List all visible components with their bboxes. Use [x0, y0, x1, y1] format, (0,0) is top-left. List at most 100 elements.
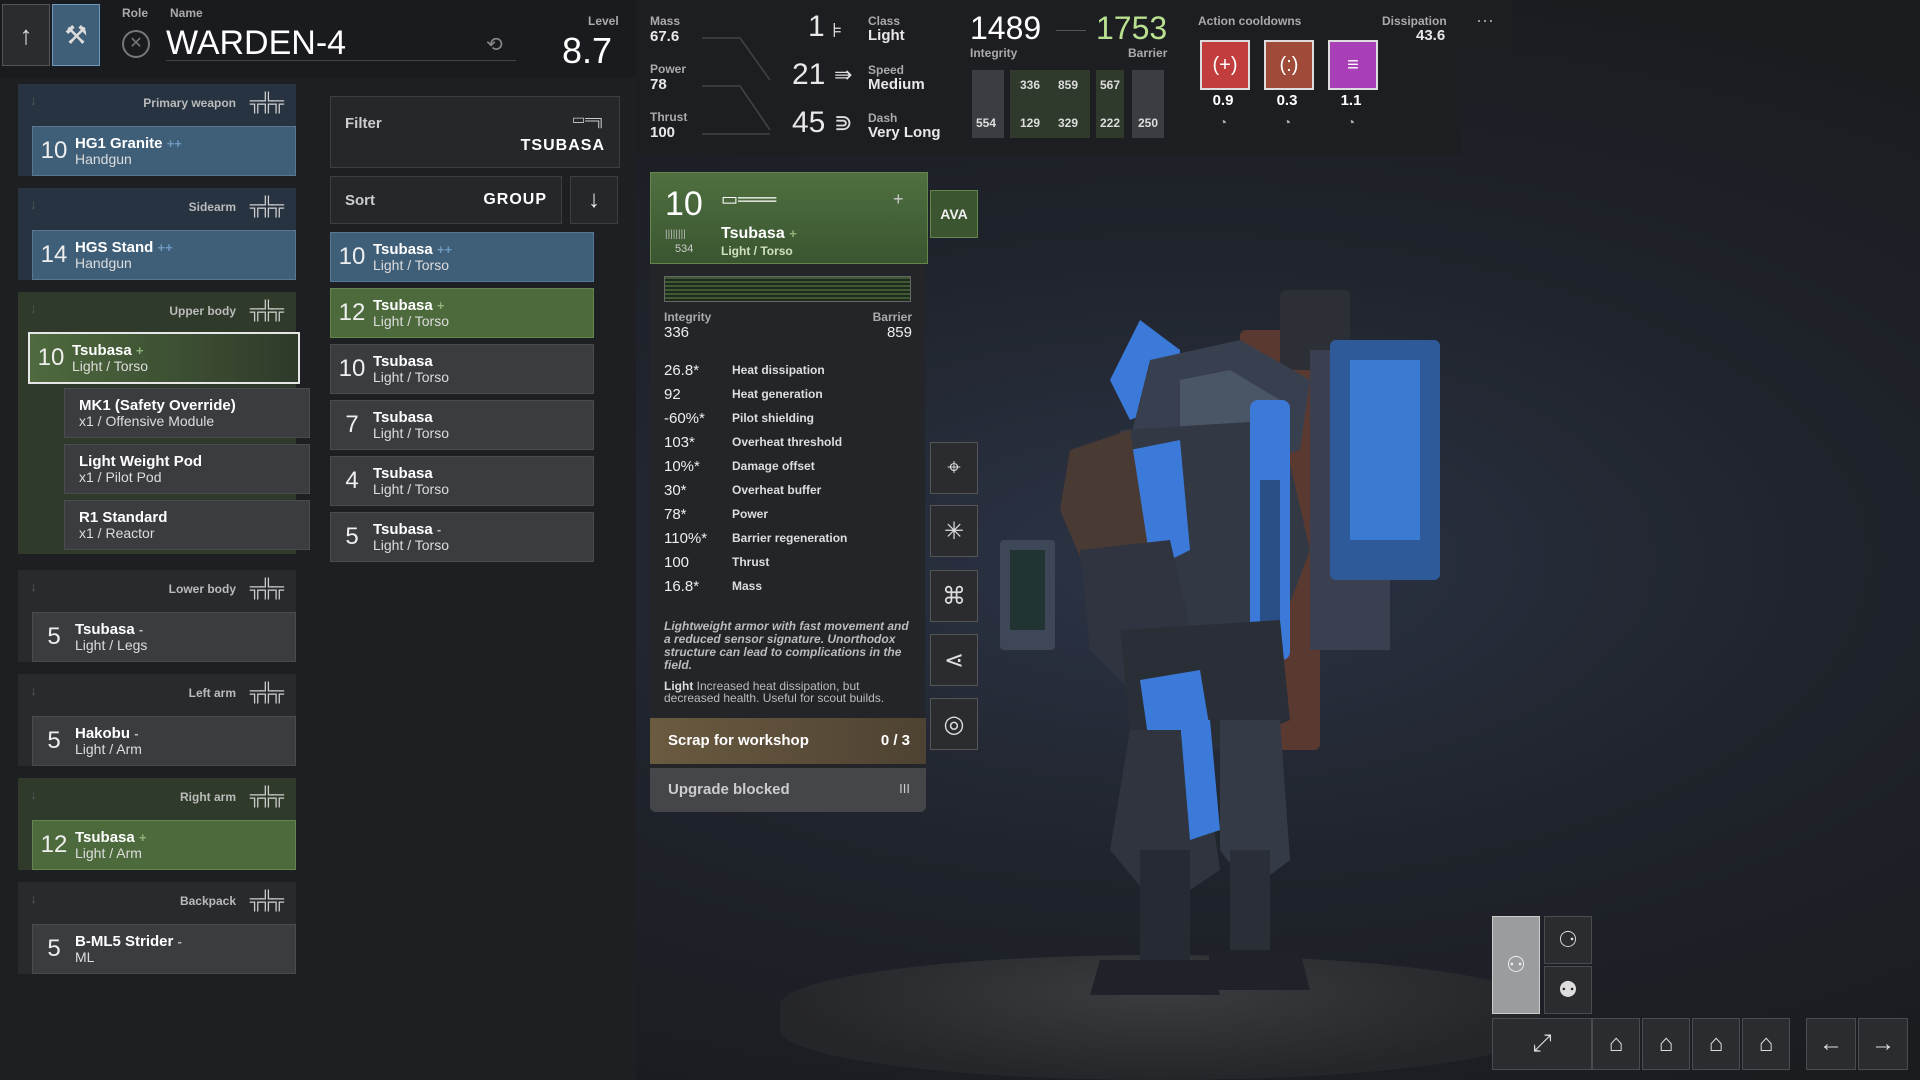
collapse-arrow-icon[interactable]: ↓ [30, 890, 37, 906]
slot-level: 12 [40, 831, 68, 858]
list-item-level: 12 [338, 299, 366, 326]
reactor-button[interactable]: ◎ [930, 698, 978, 750]
slot-part-name: Hakobu - [75, 725, 142, 742]
mech-name-field[interactable]: WARDEN-4 [166, 24, 516, 62]
next-button[interactable]: → [1858, 1018, 1908, 1070]
dissipation-label: Dissipation [1382, 14, 1447, 28]
view-loadout-button[interactable]: ⚆ [1544, 916, 1592, 964]
collapse-arrow-icon[interactable]: ↓ [30, 682, 37, 698]
paint-tool-button[interactable]: ⌖ [930, 442, 978, 494]
bar-value-7: 250 [1138, 116, 1159, 130]
slot-card[interactable]: 5 Hakobu - Light / Arm [32, 716, 296, 766]
list-item[interactable]: 5 Tsubasa - Light / Torso [330, 512, 594, 562]
slot-card[interactable]: 5 B-ML5 Strider - ML [32, 924, 296, 974]
slot-card[interactable]: 10 Tsubasa + Light / Torso [28, 332, 300, 384]
collapse-arrow-icon[interactable]: ↓ [30, 300, 37, 316]
role-label: Role [122, 6, 149, 20]
list-item-name: Tsubasa - [373, 521, 449, 538]
cooldown-slot[interactable]: (:) [1264, 40, 1314, 90]
prev-button[interactable]: ← [1806, 1018, 1856, 1070]
slot-title: Right arm [179, 790, 236, 804]
slot-level: 14 [40, 241, 68, 268]
detail-plus-icon[interactable]: + [893, 189, 904, 210]
scrap-button[interactable]: Scrap for workshop 0 / 3 [650, 718, 926, 764]
collapse-arrow-icon[interactable]: ↓ [30, 92, 37, 108]
collapse-arrow-icon[interactable]: ↓ [30, 196, 37, 212]
arrow-left-icon: ← [1819, 1030, 1843, 1057]
module-type: x1 / Pilot Pod [79, 468, 162, 485]
total-separator [1056, 30, 1086, 31]
upgrade-button[interactable]: Upgrade blocked III [650, 768, 926, 812]
slot-level: 10 [40, 137, 68, 164]
list-item[interactable]: 10 Tsubasa ++ Light / Torso [330, 232, 594, 282]
slot-card[interactable]: 12 Tsubasa + Light / Arm [32, 820, 296, 870]
slot-part-mod: + [138, 829, 147, 845]
cooldown-slot[interactable]: ≡ [1328, 40, 1378, 90]
mech-model [1000, 290, 1440, 995]
sort-value: GROUP [483, 191, 547, 208]
collapse-arrow-icon[interactable]: ↓ [30, 786, 37, 802]
list-item[interactable]: 12 Tsubasa + Light / Torso [330, 288, 594, 338]
module-card[interactable]: R1 Standard x1 / Reactor [64, 500, 310, 550]
hangar-view-2-button[interactable]: ⌂ [1642, 1018, 1690, 1070]
thruster-button[interactable]: ⋖ [930, 634, 978, 686]
timer-icon: ◔ [1218, 114, 1228, 130]
back-button[interactable]: ↑ [2, 4, 50, 66]
list-item[interactable]: 7 Tsubasa Light / Torso [330, 400, 594, 450]
slot-part-mod: - [177, 933, 182, 949]
detail-mod: + [789, 226, 797, 241]
list-item-type: Light / Torso [373, 424, 450, 441]
mech-level: 8.7 [562, 30, 613, 71]
slot-part-name: B-ML5 Strider - [75, 933, 182, 950]
slot-header: ↓ Primary weapon ╦╬╦ [18, 84, 296, 118]
cooldown-glyph-icon: ≡ [1347, 53, 1359, 76]
slot-part-name: Tsubasa - [75, 621, 147, 638]
filter-box[interactable]: Filter ▭═╗ TSUBASA [330, 96, 620, 168]
stat-value: 26.8* [664, 361, 700, 379]
integrity-total-label: Integrity [970, 46, 1018, 60]
detail-stat-row: 78* Power [664, 502, 924, 526]
slot-card[interactable]: 5 Tsubasa - Light / Legs [32, 612, 296, 662]
stat-value: 110%* [664, 529, 708, 547]
cooldown-value: 0.3 [1276, 92, 1298, 109]
detail-name: Tsubasa + [721, 225, 797, 243]
role-clear-icon[interactable]: ✕ [122, 30, 150, 58]
slot-card[interactable]: 10 HG1 Granite ++ Handgun [32, 126, 296, 176]
filter-value: TSUBASA [520, 137, 605, 154]
randomize-name-icon[interactable]: ⟲ [486, 32, 503, 57]
bar-value-4: 129 [1020, 116, 1041, 130]
sort-direction-button[interactable]: ↓ [570, 176, 618, 224]
slot-card[interactable]: 14 HGS Stand ++ Handgun [32, 230, 296, 280]
fullscreen-button[interactable]: ⤢ [1492, 1018, 1592, 1070]
hangar-view-4-button[interactable]: ⌂ [1742, 1018, 1790, 1070]
bar-value-1: 859 [1058, 78, 1079, 92]
bar-value-5: 329 [1058, 116, 1079, 130]
sort-label: Sort [345, 192, 375, 209]
module-button[interactable]: ✳ [930, 505, 978, 557]
cooldown-slot[interactable]: (+) [1200, 40, 1250, 90]
list-item[interactable]: 10 Tsubasa Light / Torso [330, 344, 594, 394]
view-mech-button[interactable]: ⚇ [1492, 916, 1540, 1014]
stat-name: Overheat threshold [732, 435, 843, 449]
view-alt-button[interactable]: ⚉ [1544, 966, 1592, 1014]
detail-stat-row: 16.8* Mass [664, 574, 924, 598]
slot-part-type: ML [75, 948, 95, 965]
workshop-button[interactable]: ⚒ [52, 4, 100, 66]
module-card[interactable]: Light Weight Pod x1 / Pilot Pod [64, 444, 310, 494]
slot-part-type: Light / Arm [75, 844, 142, 861]
detail-stat-row: 110%* Barrier regeneration [664, 526, 924, 550]
hangar-view-1-button[interactable]: ⌂ [1592, 1018, 1640, 1070]
sort-dropdown[interactable]: Sort GROUP [330, 176, 562, 224]
module-type: x1 / Reactor [79, 524, 155, 541]
collapse-arrow-icon[interactable]: ↓ [30, 578, 37, 594]
list-item[interactable]: 4 Tsubasa Light / Torso [330, 456, 594, 506]
stat-value: 10%* [664, 457, 700, 475]
hangar-view-3-button[interactable]: ⌂ [1692, 1018, 1740, 1070]
more-menu-button[interactable]: ··· [1476, 10, 1494, 31]
slot-part-type: Light / Arm [75, 740, 142, 757]
slot-part-mod: ++ [166, 135, 182, 151]
pilot-pod-button[interactable]: ⌘ [930, 570, 978, 622]
module-card[interactable]: MK1 (Safety Override) x1 / Offensive Modu… [64, 388, 310, 438]
slot-title: Upper body [169, 304, 236, 318]
list-item-level: 10 [338, 243, 366, 270]
